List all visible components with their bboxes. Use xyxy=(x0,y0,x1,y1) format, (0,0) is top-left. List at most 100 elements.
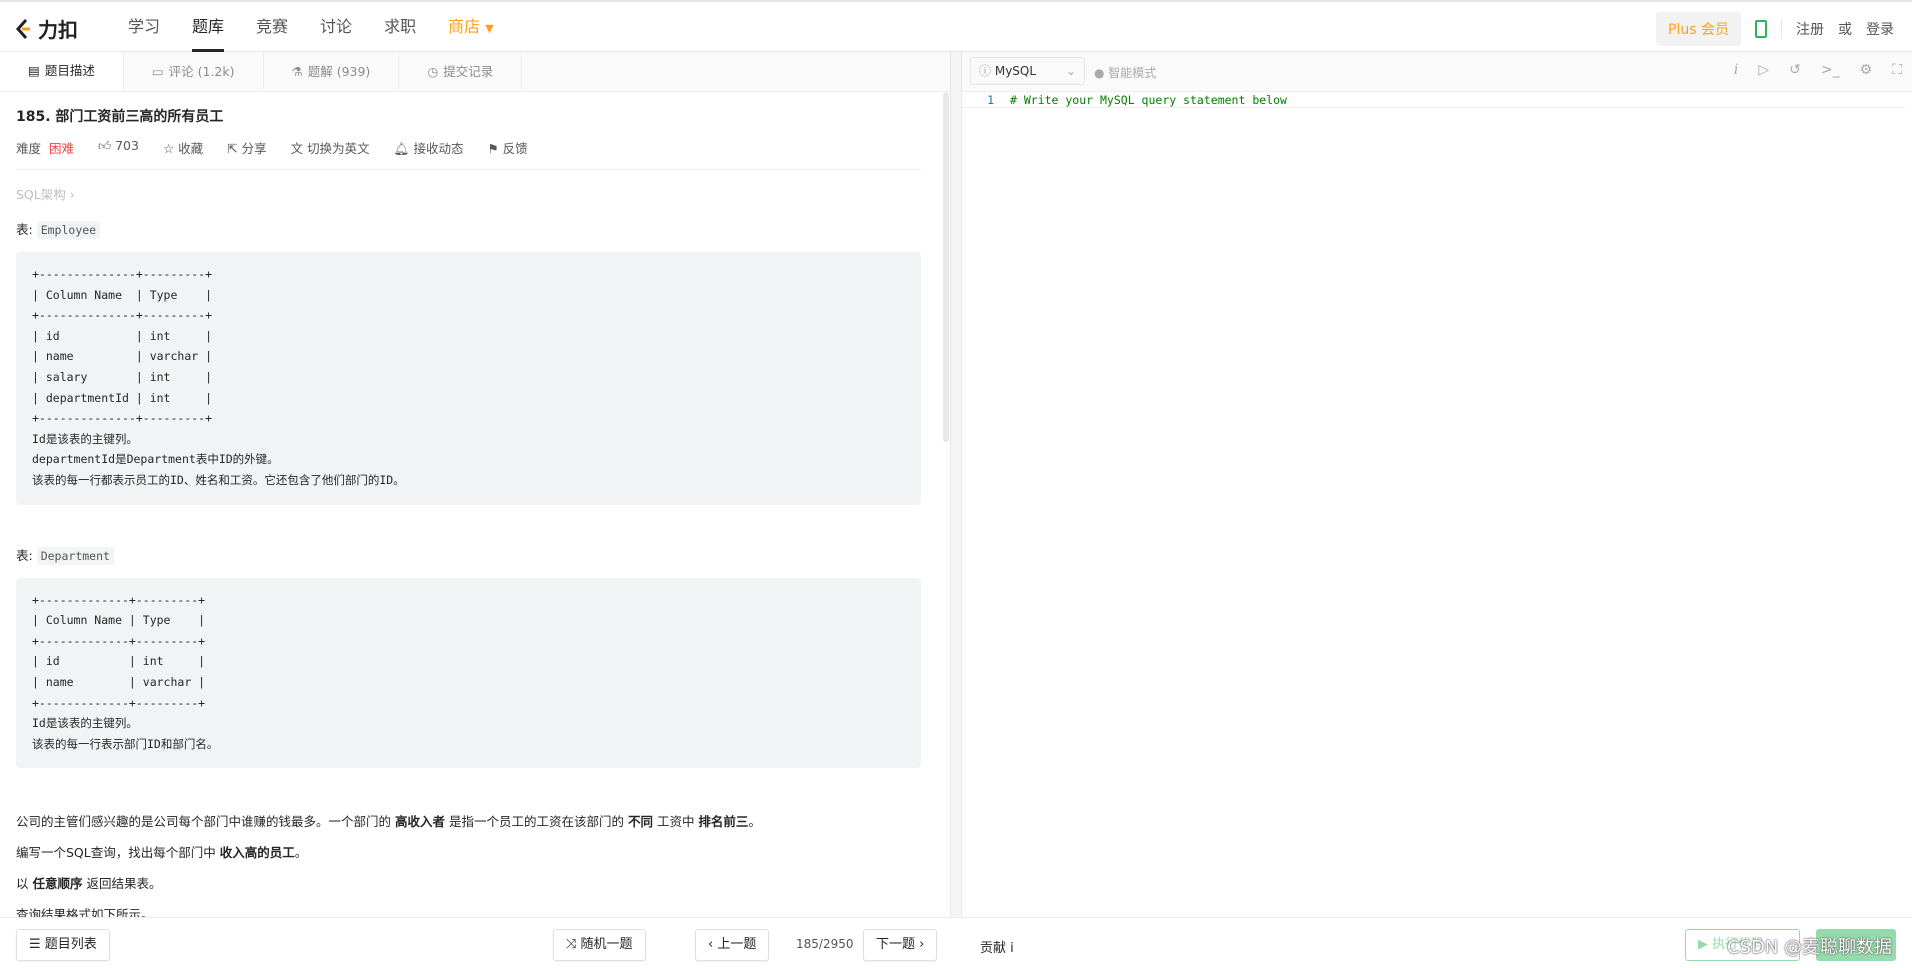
logo-text: 力扣 xyxy=(38,18,78,42)
department-schema-block: +-------------+---------+ | Column Name … xyxy=(16,577,921,769)
bold-text: 高收入者 xyxy=(394,814,445,830)
sql-schema-link[interactable]: SQL架构 › xyxy=(16,184,921,203)
list-icon: ☰ xyxy=(29,937,41,952)
tab-submissions[interactable]: ◷ 提交记录 xyxy=(399,52,523,91)
difficulty-label: 难度 xyxy=(16,141,42,156)
paragraph-2: 编写一个SQL查询，找出每个部门中 收入高的员工。 xyxy=(16,845,921,860)
nav-shop-label: 商店 xyxy=(448,17,481,36)
language-select[interactable]: ⓘ MySQL ⌄ xyxy=(970,57,1085,85)
settings-icon[interactable]: ⚙ xyxy=(1860,62,1873,78)
code-line[interactable]: 1 # Write your MySQL query statement belo… xyxy=(962,92,1905,108)
next-label: 下一题 xyxy=(876,937,916,952)
thumbs-up-icon: 👍︎ xyxy=(98,138,112,153)
problem-list-button[interactable]: ☰ 题目列表 xyxy=(16,929,110,961)
subscribe-button[interactable]: 🔔︎ 接收动态 xyxy=(394,138,464,157)
editor-toolbar: ⓘ MySQL ⌄ ● 智能模式 i ▷ ↺ >_ ⚙ ⛶ xyxy=(962,52,1912,92)
feedback-button[interactable]: ⚑ 反馈 xyxy=(487,138,527,157)
tab-description-label: 题目描述 xyxy=(44,63,95,78)
description-icon: ▤ xyxy=(28,63,40,78)
register-link[interactable]: 注册 xyxy=(1796,19,1824,39)
tab-description[interactable]: ▤ 题目描述 xyxy=(0,52,124,91)
divider xyxy=(1781,19,1782,39)
watermark: CSDN @麦聪聊数据 xyxy=(1727,937,1893,958)
mobile-app-icon[interactable] xyxy=(1755,20,1767,38)
favorite-button[interactable]: ☆ 收藏 xyxy=(163,138,203,157)
prev-label: 上一题 xyxy=(717,937,757,952)
difficulty: 难度 困难 xyxy=(16,138,74,157)
nav-learn[interactable]: 学习 xyxy=(112,2,176,52)
like-button[interactable]: 👍︎ 703 xyxy=(98,138,139,157)
text: 工资中 xyxy=(652,814,699,830)
clock-icon: ◷ xyxy=(427,63,439,79)
share-label: 分享 xyxy=(241,141,267,156)
switch-language-button[interactable]: 文 切换为英文 xyxy=(291,138,370,157)
language-value: MySQL xyxy=(994,64,1037,78)
plus-member-button[interactable]: Plus 会员 xyxy=(1656,12,1741,46)
share-button[interactable]: ⇱ 分享 xyxy=(227,138,266,157)
table-name-employee: Employee xyxy=(36,221,101,239)
panel-resize-handle[interactable] xyxy=(950,52,962,917)
tab-submissions-label: 提交记录 xyxy=(443,63,494,79)
text: 是指一个员工的工资在该部门的 xyxy=(445,814,628,830)
nav-shop[interactable]: 商店 ▼ xyxy=(432,2,510,52)
tab-comments[interactable]: ▭ 评论 (1.2k) xyxy=(124,52,264,91)
paragraph-1: 公司的主管们感兴趣的是公司每个部门中谁赚的钱最多。一个部门的 高收入者 是指一个… xyxy=(16,814,921,829)
logo[interactable]: 力扣 xyxy=(14,14,78,43)
switch-language-label: 切换为英文 xyxy=(307,141,370,156)
table-label: 表: xyxy=(16,222,33,237)
code-editor[interactable]: 1 # Write your MySQL query statement belo… xyxy=(962,92,1905,917)
nav-discuss[interactable]: 讨论 xyxy=(304,2,368,52)
login-link[interactable]: 登录 xyxy=(1866,19,1894,39)
page-indicator: 185/2950 xyxy=(796,937,854,951)
bold-text: 不同 xyxy=(627,814,653,830)
table-name-department: Department xyxy=(36,546,114,565)
line-number: 1 xyxy=(987,93,994,107)
bottom-bar: ☰ 题目列表 ⤨ 随机一题 ‹ 上一题 185/2950 下一题 › 贡献 i … xyxy=(0,917,1912,968)
chevron-down-icon: ⌄ xyxy=(1065,64,1076,78)
nav-jobs[interactable]: 求职 xyxy=(368,2,432,52)
fullscreen-icon[interactable]: ⛶ xyxy=(1892,62,1902,78)
subscribe-label: 接收动态 xyxy=(413,141,464,156)
employee-schema-block: +--------------+---------+ | Column Name… xyxy=(16,252,921,505)
bold-text: 收入高的员工 xyxy=(219,845,295,861)
flask-icon: ⚗ xyxy=(291,63,303,79)
reset-icon[interactable]: ↺ xyxy=(1789,62,1801,78)
tab-comments-label: 评论 (1.2k) xyxy=(168,63,235,79)
feedback-label: 反馈 xyxy=(502,141,528,156)
favorite-label: 收藏 xyxy=(178,141,204,156)
problem-title: 185. 部门工资前三高的所有员工 xyxy=(16,109,224,125)
smart-mode-toggle[interactable]: ● 智能模式 xyxy=(1094,64,1156,81)
info-italic-icon[interactable]: i xyxy=(1734,62,1738,78)
prev-problem-button[interactable]: ‹ 上一题 xyxy=(695,929,770,961)
text: 编写一个SQL查询，找出每个部门中 xyxy=(16,845,220,861)
next-problem-button[interactable]: 下一题 › xyxy=(863,929,938,961)
run-flag-icon[interactable]: ▷ xyxy=(1758,62,1769,78)
paragraph-3: 以 任意顺序 返回结果表。 xyxy=(16,876,921,891)
like-count: 703 xyxy=(115,138,139,153)
text: 。 xyxy=(748,814,761,830)
top-nav: 力扣 学习 题库 竞赛 讨论 求职 商店 ▼ Plus 会员 注册 或 登录 xyxy=(0,0,1912,52)
code-comment: # Write your MySQL query statement below xyxy=(1010,93,1287,107)
chevron-right-icon: › xyxy=(919,937,925,952)
problem-description: 185. 部门工资前三高的所有员工 难度 困难 👍︎ 703 ☆ 收藏 ⇱ 分享 … xyxy=(0,92,945,917)
nav-problems[interactable]: 题库 xyxy=(176,2,240,52)
caret-down-icon: ▼ xyxy=(485,22,494,35)
random-label: 随机一题 xyxy=(580,937,633,952)
text: 。 xyxy=(294,845,308,861)
description-scrollbar[interactable] xyxy=(943,92,949,442)
problem-tabs: ▤ 题目描述 ▭ 评论 (1.2k) ⚗ 题解 (939) ◷ 提交记录 xyxy=(0,52,955,92)
contribute-link[interactable]: 贡献 i xyxy=(980,937,1014,956)
random-problem-button[interactable]: ⤨ 随机一题 xyxy=(553,929,646,961)
nav-contest[interactable]: 竞赛 xyxy=(240,2,304,52)
smart-mode-label: 智能模式 xyxy=(1108,66,1157,80)
text: 返回结果表。 xyxy=(82,876,162,892)
problem-list-label: 题目列表 xyxy=(44,937,97,952)
console-icon[interactable]: >_ xyxy=(1821,62,1840,78)
difficulty-badge: 困难 xyxy=(49,141,75,156)
tab-solutions[interactable]: ⚗ 题解 (939) xyxy=(264,52,400,91)
comment-icon: ▭ xyxy=(151,63,164,79)
info-icon: ⓘ xyxy=(979,64,992,78)
paragraph-4: 查询结果格式如下所示。 xyxy=(16,907,154,917)
shuffle-icon: ⤨ xyxy=(566,937,577,952)
text: 以 xyxy=(16,876,33,892)
